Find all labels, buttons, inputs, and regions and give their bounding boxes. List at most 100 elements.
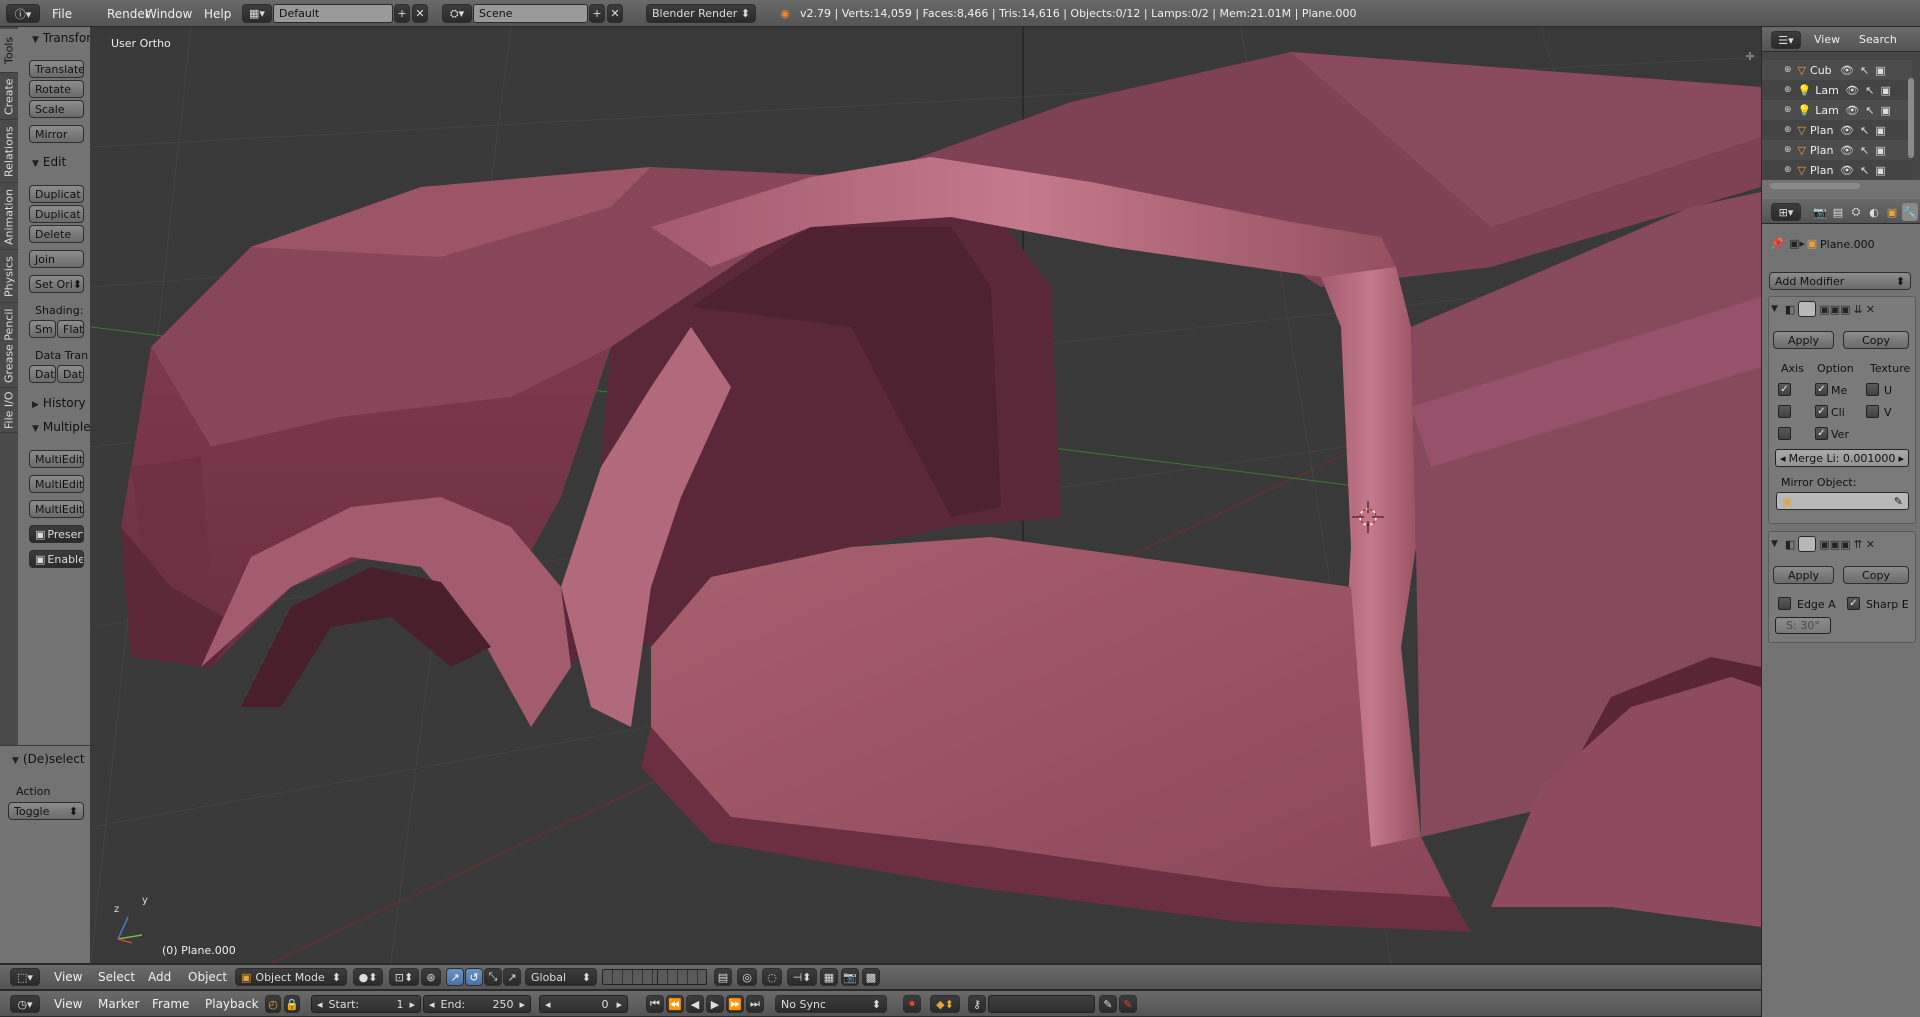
action-select[interactable]: Toggle ⬍ <box>8 802 84 820</box>
mirror-axis-y-checkbox[interactable] <box>1778 405 1791 418</box>
end-frame-field[interactable]: ◂ End: 250 ▸ <box>423 995 531 1013</box>
multiedit-button-3[interactable]: MultiEdit <box>29 500 84 518</box>
outliner-row[interactable]: ⊕ ▽ Cub 👁 ↖ ▣ <box>1762 60 1912 80</box>
viewport-shading-select[interactable]: ●⬍ <box>353 968 383 986</box>
operator-panel-header[interactable]: ▼ (De)select <box>12 752 90 768</box>
mirror-object-field[interactable]: ▣ ✎ <box>1776 492 1909 510</box>
outliner-row[interactable]: ⊕ ▽ Plan 👁 ↖ ▣ <box>1762 120 1912 140</box>
menu-file[interactable]: File <box>52 0 72 27</box>
pivot-point-select[interactable]: ⊡⬍ <box>389 968 419 986</box>
menu-render[interactable]: Render <box>107 0 150 27</box>
preview-range-icon[interactable]: ◴ <box>265 995 281 1013</box>
viewport-menu-object[interactable]: Object <box>188 964 227 990</box>
viewport-corner-plus-icon[interactable]: ✛ <box>1744 50 1756 63</box>
jump-keyframe-forward-icon[interactable]: ⏩ <box>726 995 744 1013</box>
display-toggle-icons[interactable]: ▣▣▣ <box>1819 303 1850 316</box>
render-tab-icon[interactable]: 📷 <box>1812 203 1828 221</box>
outliner-menu-view[interactable]: View <box>1814 27 1840 52</box>
opengl-render-extra-icon[interactable]: ▩ <box>862 968 880 986</box>
collapse-triangle-icon[interactable]: ▼ <box>1771 304 1778 314</box>
viewport-menu-add[interactable]: Add <box>148 964 171 990</box>
current-frame-field[interactable]: ◂ 0 ▸ <box>539 995 628 1013</box>
rotate-manipulator-icon[interactable]: ↺ <box>465 968 483 986</box>
enable-toggle[interactable]: ▣ Enable <box>29 550 84 568</box>
expand-icon[interactable]: ⊕ <box>1784 165 1792 175</box>
edge-split-apply-button[interactable]: Apply <box>1773 566 1834 584</box>
screen-layout-icon[interactable]: ▦▾ <box>242 4 272 23</box>
lock-camera-icon[interactable]: ▤ <box>714 968 732 986</box>
select-arrow-icon[interactable]: ↖ <box>1860 124 1869 137</box>
mirror-axis-x-checkbox[interactable]: ✓ <box>1778 383 1791 396</box>
timeline-menu-playback[interactable]: Playback <box>205 990 259 1017</box>
viewport-editor-type-icon[interactable]: ⬚▾ <box>10 968 40 986</box>
outliner-row[interactable]: ⊕ ▽ Plan 👁 ↖ ▣ <box>1762 160 1912 180</box>
timeline-menu-marker[interactable]: Marker <box>98 990 139 1017</box>
duplicate-button[interactable]: Duplicat <box>29 185 84 203</box>
mirror-button[interactable]: Mirror <box>29 125 84 143</box>
edit-panel-header[interactable]: ▼ Edit <box>32 155 90 171</box>
manipulator-toggle-icon[interactable]: ⊛ <box>421 968 441 986</box>
mode-select[interactable]: ▣ Object Mode ⬍ <box>235 968 347 986</box>
snap-icon[interactable]: ◌ <box>762 968 782 986</box>
mirror-modifier-header[interactable]: ▼ ◧ ▣▣▣ ⇊ ✕ <box>1771 299 1915 319</box>
outliner-row[interactable]: ⊕ 💡 Lam 👁 ↖ ▣ <box>1762 100 1912 120</box>
rotate-button[interactable]: Rotate <box>29 80 84 98</box>
visibility-eye-icon[interactable]: 👁 <box>1840 164 1854 177</box>
expand-icon[interactable]: ⊕ <box>1784 105 1792 115</box>
render-camera-icon[interactable]: ▣ <box>1875 124 1885 137</box>
properties-editor-type-icon[interactable]: ⊞▾ <box>1771 203 1801 221</box>
manipulator-extra-icon[interactable]: ↗ <box>503 968 521 986</box>
expand-icon[interactable]: ⊕ <box>1784 65 1792 75</box>
outliner-item-name[interactable]: Plan <box>1810 124 1836 137</box>
collapse-triangle-icon[interactable]: ▼ <box>1771 539 1778 549</box>
visibility-eye-icon[interactable]: 👁 <box>1845 84 1859 97</box>
multiedit-button-2[interactable]: MultiEdit <box>29 475 84 493</box>
start-frame-field[interactable]: ◂ Start: 1 ▸ <box>311 995 421 1013</box>
delete-button[interactable]: Delete <box>29 225 84 243</box>
multiedit-button-1[interactable]: MultiEdit <box>29 450 84 468</box>
transform-panel-header[interactable]: ▼ Transfor <box>32 31 90 47</box>
snap-target-select[interactable]: ⊣⬍ <box>787 968 817 986</box>
translate-button[interactable]: Translate <box>29 60 84 78</box>
visibility-eye-icon[interactable]: 👁 <box>1840 144 1854 157</box>
display-toggle-icons[interactable]: ▣▣▣ <box>1819 538 1850 551</box>
timeline-menu-view[interactable]: View <box>54 990 82 1017</box>
select-arrow-icon[interactable]: ↖ <box>1865 84 1874 97</box>
active-keying-set-field[interactable] <box>988 995 1095 1013</box>
scene-icon[interactable]: ⛭▾ <box>442 4 472 23</box>
outliner-item-name[interactable]: Plan <box>1810 164 1836 177</box>
scale-button[interactable]: Scale <box>29 100 84 118</box>
close-scene-icon[interactable]: ✕ <box>607 4 623 23</box>
modifier-name-field[interactable] <box>1798 301 1817 317</box>
shade-flat-button[interactable]: Flat <box>57 320 84 338</box>
scale-manipulator-icon[interactable]: ⤡ <box>484 968 502 986</box>
render-camera-icon[interactable]: ▣ <box>1880 104 1890 117</box>
jump-end-icon[interactable]: ⏭ <box>746 995 764 1013</box>
remove-modifier-icon[interactable]: ✕ <box>1866 303 1875 316</box>
sharp-edges-checkbox[interactable]: ✓ <box>1847 597 1860 610</box>
edge-split-copy-button[interactable]: Copy <box>1843 566 1909 584</box>
add-modifier-select[interactable]: Add Modifier ⬍ <box>1769 272 1911 290</box>
visibility-eye-icon[interactable]: 👁 <box>1840 124 1854 137</box>
scene-field[interactable]: Scene <box>473 4 588 23</box>
outliner-menu-search[interactable]: Search <box>1859 27 1897 52</box>
modifier-name-field[interactable] <box>1798 536 1817 552</box>
move-up-icon[interactable]: ⇈ <box>1854 538 1863 551</box>
eyedropper-icon[interactable]: ✎ <box>1894 495 1903 508</box>
outliner-hscrollbar[interactable] <box>1770 183 1860 189</box>
multiedit-panel-header[interactable]: ▼ Multiple <box>32 420 90 436</box>
modifier-tab-icon[interactable]: 🔧 <box>1902 203 1918 221</box>
viewport-menu-view[interactable]: View <box>54 964 82 990</box>
merge-limit-field[interactable]: ◂ Merge Li: 0.001000 ▸ <box>1775 449 1909 467</box>
tab-file-io[interactable]: File I/O <box>0 389 18 433</box>
tab-tools[interactable]: Tools <box>0 29 18 73</box>
tab-animation[interactable]: Animation <box>0 184 18 250</box>
mirror-apply-button[interactable]: Apply <box>1773 331 1834 349</box>
edge-angle-checkbox[interactable] <box>1778 597 1791 610</box>
pin-icon[interactable]: 📌 <box>1770 236 1784 250</box>
proportional-edit-icon[interactable]: ◎ <box>737 968 757 986</box>
outliner-item-name[interactable]: Plan <box>1810 144 1836 157</box>
data-transfer-button[interactable]: Dat <box>29 365 56 383</box>
expand-icon[interactable]: ⊕ <box>1784 145 1792 155</box>
play-reverse-icon[interactable]: ◀ <box>686 995 704 1013</box>
